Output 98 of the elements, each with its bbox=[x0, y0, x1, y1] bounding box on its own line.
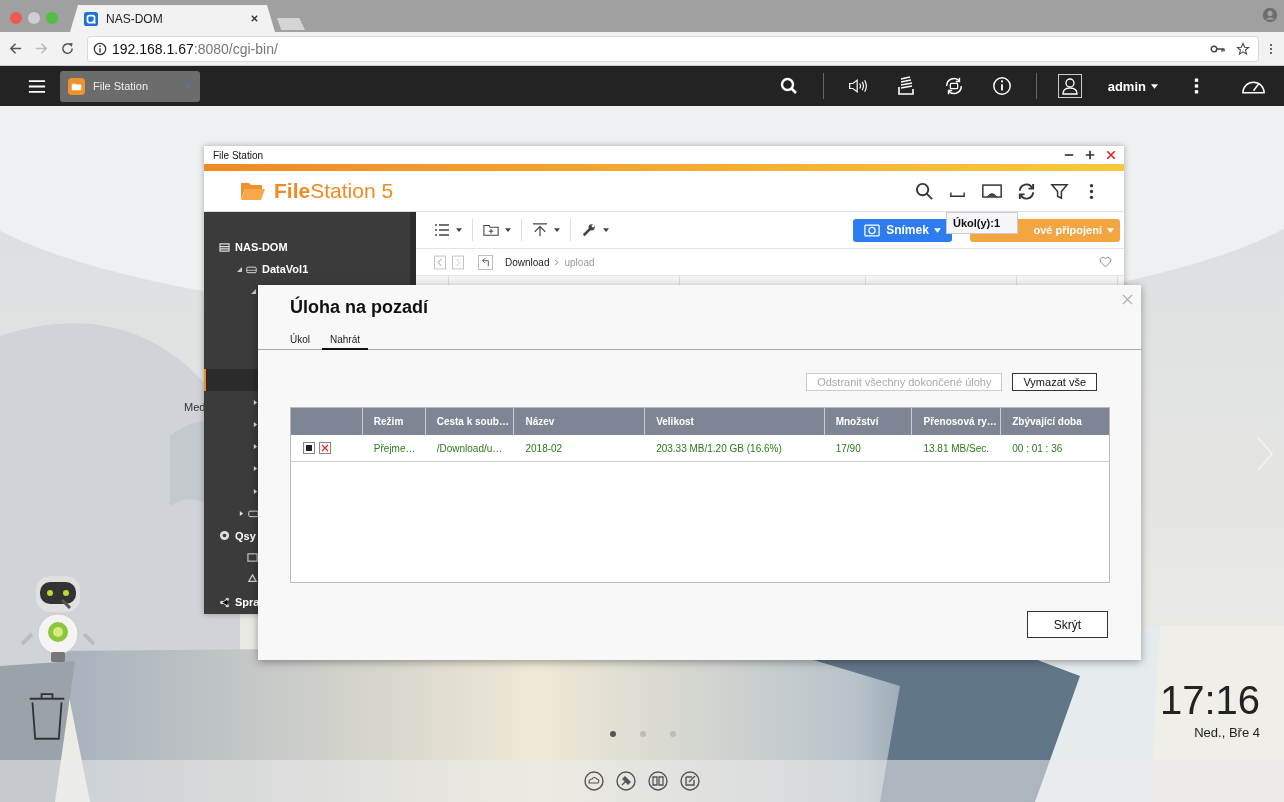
cloud-search-icon bbox=[219, 530, 230, 542]
page-indicator-dot[interactable] bbox=[640, 731, 646, 737]
bookmark-star-icon[interactable] bbox=[1236, 41, 1250, 56]
screen-icon[interactable] bbox=[981, 181, 1003, 201]
wrench-icon[interactable] bbox=[581, 223, 597, 237]
cancel-icon[interactable] bbox=[319, 442, 331, 454]
table-cell-text: 203.33 MB/1.20 GB (16.6%) bbox=[655, 441, 783, 456]
sync-icon[interactable] bbox=[943, 76, 964, 96]
expand-arrow-icon[interactable] bbox=[253, 444, 258, 450]
expand-arrow-icon[interactable] bbox=[251, 288, 256, 294]
tree-item[interactable]: Qsy bbox=[235, 529, 256, 542]
snapshot-button[interactable]: Snímek bbox=[853, 218, 952, 242]
caret-icon bbox=[933, 227, 941, 233]
column-header[interactable]: Množství bbox=[824, 408, 913, 435]
drive-icon bbox=[248, 507, 259, 519]
column-header[interactable]: Velikost bbox=[645, 408, 825, 435]
close-icon[interactable] bbox=[1106, 150, 1116, 160]
table-cell-text: Přejme… bbox=[372, 441, 417, 456]
page-indicator-dot[interactable] bbox=[670, 731, 676, 737]
folder-icon bbox=[68, 77, 85, 95]
book-icon[interactable] bbox=[648, 771, 668, 791]
drive-icon bbox=[246, 263, 257, 275]
caret-icon[interactable] bbox=[505, 228, 511, 232]
browser-menu-icon[interactable] bbox=[1269, 41, 1273, 56]
clock-time: 17:16 bbox=[1159, 678, 1260, 723]
chevron-icon bbox=[554, 258, 560, 266]
action-button[interactable]: Vymazat vše bbox=[1012, 373, 1097, 391]
browser-tab[interactable]: NAS-DOM bbox=[70, 5, 275, 32]
breadcrumb-link[interactable]: Download bbox=[505, 256, 550, 268]
hide-button[interactable]: Skrýt bbox=[1027, 611, 1108, 638]
url-text: 192.168.1.67:8080/cgi-bin/ bbox=[112, 40, 279, 57]
tooltip: Úkol(y):1 bbox=[946, 212, 1018, 234]
refresh-icon[interactable] bbox=[1017, 181, 1036, 201]
upload-icon[interactable] bbox=[532, 223, 548, 237]
share-icon bbox=[219, 596, 230, 608]
address-bar[interactable]: 192.168.1.67:8080/cgi-bin/ bbox=[87, 35, 1259, 62]
back-icon[interactable] bbox=[8, 41, 23, 56]
key-icon[interactable] bbox=[1210, 43, 1226, 54]
caret-icon bbox=[1107, 227, 1114, 233]
clock-date: Ned., Bře 4 bbox=[1194, 725, 1260, 740]
tree-item[interactable]: NAS-DOM bbox=[235, 241, 288, 254]
page-indicator-dot[interactable] bbox=[610, 731, 616, 737]
cloud-icon[interactable] bbox=[584, 771, 604, 791]
column-header[interactable]: Režim bbox=[362, 408, 426, 435]
filter-icon[interactable] bbox=[1050, 181, 1069, 201]
note-icon[interactable] bbox=[680, 771, 700, 791]
hammer-icon[interactable] bbox=[616, 771, 636, 791]
maximize-icon[interactable] bbox=[1085, 150, 1095, 160]
stack-icon[interactable] bbox=[895, 76, 916, 96]
column-header[interactable]: Název bbox=[514, 408, 646, 435]
speaker-icon[interactable] bbox=[847, 76, 868, 96]
robot-icon[interactable] bbox=[18, 574, 98, 664]
expand-arrow-icon[interactable] bbox=[253, 466, 258, 472]
column-header[interactable]: Cesta k soub… bbox=[425, 408, 515, 435]
dialog-title: Úloha na pozadí bbox=[290, 297, 428, 318]
heart-icon[interactable] bbox=[1099, 256, 1112, 268]
table-cell-text: /Download/u… bbox=[435, 441, 504, 456]
parent-folder-icon[interactable] bbox=[478, 254, 493, 270]
stop-icon[interactable] bbox=[303, 442, 315, 454]
info-icon[interactable] bbox=[93, 41, 107, 56]
expand-arrow-icon[interactable] bbox=[239, 510, 244, 516]
server-icon bbox=[219, 241, 230, 253]
list-view-icon[interactable] bbox=[434, 223, 450, 237]
more-icon[interactable] bbox=[1089, 181, 1094, 201]
caret-icon[interactable] bbox=[603, 228, 609, 232]
table-cell-text: 17/90 bbox=[834, 441, 862, 456]
caret-icon bbox=[1151, 83, 1158, 89]
camera-icon bbox=[864, 223, 881, 237]
column-header[interactable]: Zbývající doba bbox=[1001, 408, 1109, 435]
user-menu[interactable]: admin bbox=[1101, 78, 1164, 94]
expand-arrow-icon[interactable] bbox=[237, 266, 242, 272]
table-cell-text: 13.81 MB/Sec. bbox=[922, 441, 991, 456]
q-logo-icon bbox=[84, 11, 98, 26]
trash-icon[interactable] bbox=[27, 690, 67, 742]
reload-icon[interactable] bbox=[60, 41, 75, 56]
tab[interactable]: Úkol bbox=[282, 334, 318, 350]
tree-item[interactable]: Spra bbox=[235, 596, 260, 609]
user-avatar-icon[interactable] bbox=[1057, 74, 1082, 98]
search-icon[interactable] bbox=[778, 76, 799, 96]
expand-arrow-icon[interactable] bbox=[253, 422, 258, 428]
window-title: File Station bbox=[213, 149, 265, 161]
close-tab-icon[interactable] bbox=[250, 14, 259, 23]
expand-arrow-icon[interactable] bbox=[253, 488, 258, 494]
new-folder-icon[interactable] bbox=[483, 223, 499, 237]
more-icon[interactable] bbox=[1194, 76, 1199, 96]
expand-arrow-icon[interactable] bbox=[253, 399, 258, 405]
tab[interactable]: Nahrát bbox=[322, 334, 369, 350]
table-cell-text: 2018-02 bbox=[524, 441, 564, 456]
app-tab[interactable]: File Station bbox=[60, 70, 200, 102]
app-logo: FileStation 5 bbox=[274, 179, 394, 203]
menu-icon[interactable] bbox=[28, 78, 46, 94]
folder-icon bbox=[240, 181, 266, 201]
tree-item[interactable]: DataVol1 bbox=[262, 263, 309, 276]
column-header[interactable]: Přenosová ry… bbox=[912, 408, 1002, 435]
search-icon[interactable] bbox=[915, 181, 934, 201]
caret-icon[interactable] bbox=[456, 228, 462, 232]
table-cell-text: 00 : 01 : 36 bbox=[1011, 441, 1064, 456]
caret-icon[interactable] bbox=[554, 228, 560, 232]
